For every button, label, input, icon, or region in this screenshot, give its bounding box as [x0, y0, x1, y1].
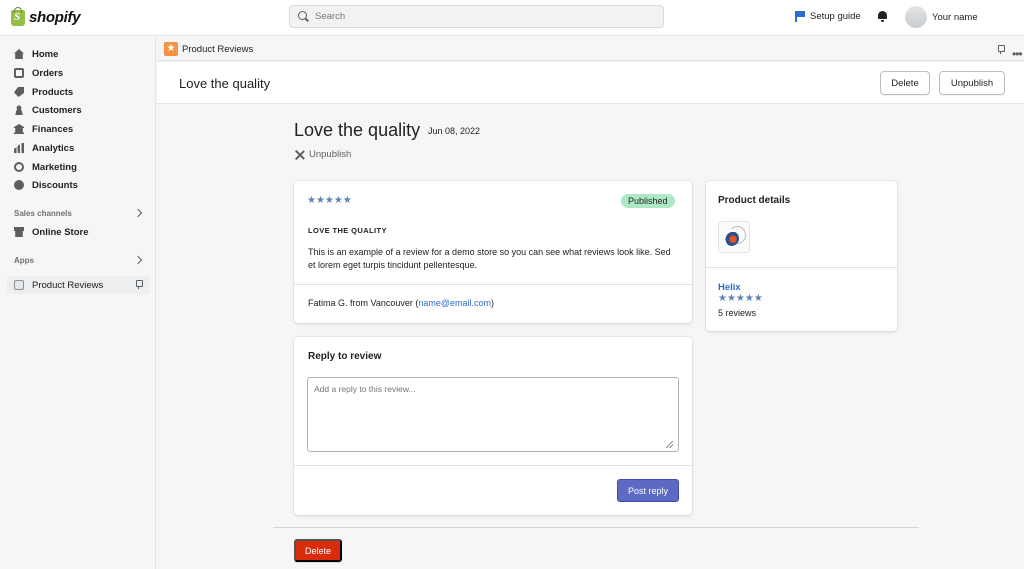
delete-review-button[interactable]: Delete — [294, 539, 342, 562]
notification-bell-icon[interactable] — [877, 10, 888, 22]
review-author-line: Fatima G. from Vancouver (name@email.com… — [308, 298, 494, 308]
search-icon — [298, 11, 309, 22]
product-reviews-count: 5 reviews — [718, 308, 757, 318]
divider — [294, 284, 692, 285]
reply-heading: Reply to review — [308, 351, 382, 362]
post-reply-button[interactable]: Post reply — [617, 479, 679, 502]
orders-icon — [14, 68, 24, 78]
sidebar-item-label: Home — [32, 48, 59, 60]
product-star-rating: ★★★★★ — [718, 293, 763, 304]
sidebar-item-label: Analytics — [32, 142, 75, 154]
title-bar-heading: Love the quality — [179, 76, 271, 91]
review-heading: LOVE THE QUALITY — [308, 226, 387, 235]
unpublish-button[interactable]: Unpublish — [939, 71, 1005, 95]
apps-heading: Apps — [14, 256, 34, 265]
sidebar-item-orders[interactable]: Orders — [14, 64, 63, 82]
sidebar-item-marketing[interactable]: Marketing — [14, 158, 77, 176]
product-image — [724, 231, 739, 246]
sidebar-item-label: Marketing — [32, 161, 77, 173]
bar-chart-icon — [14, 143, 24, 153]
product-name-link[interactable]: Helix — [718, 282, 741, 293]
status-badge: Published — [621, 194, 675, 208]
sidebar-item-product-reviews[interactable]: Product Reviews — [14, 276, 103, 294]
sidebar-item-finances[interactable]: Finances — [14, 120, 73, 138]
email-paren-close: ) — [491, 298, 495, 308]
resize-handle-icon[interactable] — [666, 441, 673, 448]
person-icon — [14, 105, 24, 115]
divider — [706, 267, 897, 268]
sidebar-item-discounts[interactable]: Discounts — [14, 176, 78, 194]
unpublish-action[interactable]: Unpublish — [295, 149, 351, 160]
discount-icon — [14, 180, 24, 190]
avatar[interactable] — [905, 6, 927, 28]
shopify-logo[interactable]: shopify — [11, 6, 81, 26]
more-actions-icon[interactable]: ••• — [1012, 47, 1023, 61]
review-date: Jun 08, 2022 — [428, 126, 481, 136]
star-icon: ★ — [164, 42, 178, 56]
product-thumbnail[interactable] — [718, 221, 750, 253]
title-bar: Love the quality Delete Unpublish — [157, 62, 1024, 104]
app-header: ★ Product Reviews — [157, 37, 1024, 61]
sidebar: Home Orders Products Customers Finances … — [0, 37, 156, 569]
delete-button[interactable]: Delete — [880, 71, 930, 95]
divider — [294, 465, 692, 466]
close-icon — [295, 150, 305, 160]
user-name[interactable]: Your name — [932, 12, 978, 23]
sidebar-item-home[interactable]: Home — [14, 45, 58, 63]
unpublish-action-label: Unpublish — [309, 149, 352, 160]
flag-icon — [795, 11, 805, 22]
sidebar-item-products[interactable]: Products — [14, 83, 73, 101]
sidebar-item-analytics[interactable]: Analytics — [14, 139, 74, 157]
shopify-bag-icon — [11, 6, 25, 26]
sidebar-item-online-store[interactable]: Online Store — [14, 223, 88, 241]
tag-icon — [14, 87, 24, 97]
chevron-right-icon[interactable] — [133, 255, 143, 265]
search-bar[interactable] — [289, 5, 664, 28]
sidebar-item-label: Finances — [32, 123, 74, 135]
chevron-right-icon[interactable] — [133, 208, 143, 218]
sidebar-item-label: Online Store — [32, 226, 89, 238]
setup-guide-button[interactable]: Setup guide — [795, 11, 861, 22]
sales-channels-heading: Sales channels — [14, 209, 72, 218]
search-input[interactable] — [315, 11, 635, 22]
sidebar-item-label: Product Reviews — [32, 279, 104, 291]
pin-icon[interactable] — [997, 45, 1005, 54]
review-body: This is an example of a review for a dem… — [308, 247, 671, 270]
store-icon — [14, 227, 24, 237]
sidebar-item-label: Customers — [32, 104, 82, 116]
product-details-heading: Product details — [718, 195, 791, 206]
sidebar-item-label: Discounts — [32, 179, 78, 191]
sidebar-item-label: Products — [32, 86, 74, 98]
setup-guide-label: Setup guide — [810, 11, 861, 22]
pin-icon[interactable] — [135, 280, 143, 289]
sidebar-item-customers[interactable]: Customers — [14, 101, 82, 119]
page-title: Love the quality — [294, 120, 421, 140]
app-icon — [14, 280, 24, 290]
reply-textarea[interactable] — [307, 377, 679, 452]
sidebar-item-label: Orders — [32, 67, 64, 79]
top-bar: shopify Setup guide Your name — [0, 0, 1024, 36]
target-icon — [14, 162, 24, 172]
brand-name: shopify — [29, 9, 81, 26]
footer-divider — [273, 527, 919, 528]
review-author: Fatima G. from Vancouver — [308, 298, 413, 308]
app-name: Product Reviews — [182, 44, 254, 55]
author-email-link[interactable]: name@email.com — [418, 298, 491, 308]
review-star-rating: ★★★★★ — [307, 195, 352, 206]
bank-icon — [14, 124, 24, 134]
home-icon — [14, 49, 24, 59]
